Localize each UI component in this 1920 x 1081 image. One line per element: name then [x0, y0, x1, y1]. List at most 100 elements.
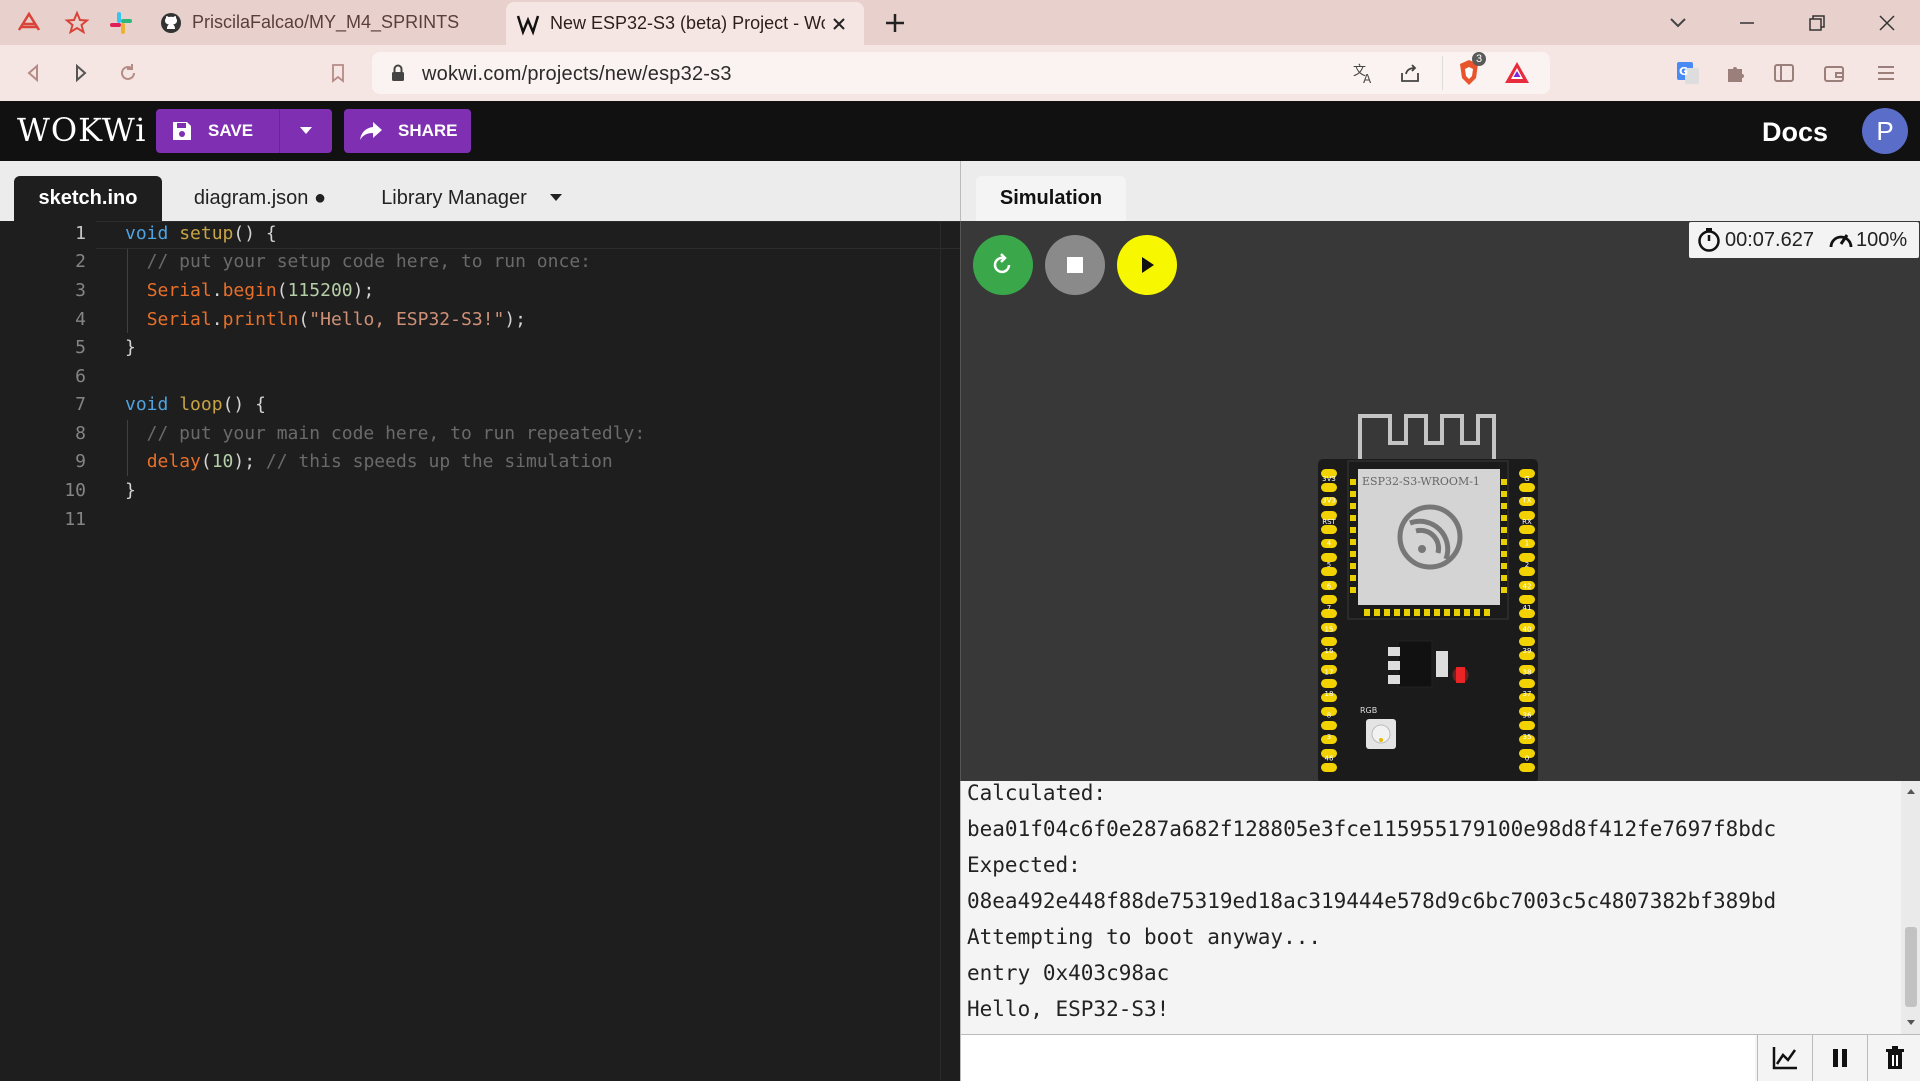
simulation-speed: 100%	[1855, 228, 1908, 251]
svg-text:G: G	[1679, 65, 1688, 78]
translate-icon[interactable]: 文A	[1352, 61, 1376, 85]
svg-text:A: A	[1363, 72, 1372, 85]
line-number: 11	[64, 509, 86, 530]
tab-diagram-json[interactable]: diagram.json ●	[184, 176, 336, 221]
line-number: 10	[64, 480, 86, 501]
sidebar-icon[interactable]	[1766, 55, 1802, 91]
line-number: 2	[75, 251, 86, 272]
pin-label: 17	[1325, 669, 1334, 677]
pause-serial-button[interactable]	[1812, 1035, 1867, 1081]
line-number: 4	[75, 309, 86, 330]
address-bar[interactable]: wokwi.com/projects/new/esp32-s3 文A 3	[372, 52, 1550, 94]
scroll-thumb[interactable]	[1905, 927, 1917, 1007]
serial-input[interactable]	[961, 1035, 1755, 1081]
close-window-button[interactable]	[1852, 0, 1920, 45]
line-number: 9	[75, 451, 86, 472]
save-disk-icon	[170, 119, 194, 143]
new-tab-icon[interactable]	[882, 10, 908, 36]
pin-label: 42	[1523, 583, 1532, 591]
esp32-s3-devkit-board[interactable]: ESP32-S3-WROOM-1 3V3 3V3 RST 4 5 6 7 15 16 17 18 8 3…	[1318, 413, 1558, 783]
docs-link[interactable]: Docs	[1762, 117, 1828, 148]
plotter-button[interactable]	[1757, 1035, 1812, 1081]
chart-line-icon	[1771, 1045, 1799, 1071]
restart-simulation-button[interactable]	[973, 235, 1033, 295]
code-line: void loop() {	[125, 394, 266, 415]
bookmark-icon[interactable]	[320, 55, 356, 91]
serial-line: Expected:	[967, 853, 1081, 877]
tab-simulation[interactable]: Simulation	[976, 176, 1126, 221]
tab-library-manager[interactable]: Library Manager	[372, 176, 536, 221]
serial-scrollbar[interactable]	[1901, 781, 1920, 1034]
tab-title: PriscilaFalcao/MY_M4_SPRINTS	[192, 12, 460, 32]
play-simulation-button[interactable]	[1117, 235, 1177, 295]
serial-monitor[interactable]: Calculated: bea01f04c6f0e287a682f128805e…	[960, 781, 1920, 1034]
tab-search-chevron-icon[interactable]	[1666, 10, 1690, 34]
restore-button[interactable]	[1782, 0, 1852, 45]
wokwi-header: WOKWi SAVE SHARE Docs P	[0, 101, 1920, 161]
elapsed-time: 00:07.627	[1725, 228, 1814, 251]
pin-label: 46	[1325, 755, 1334, 763]
save-label: SAVE	[208, 121, 254, 140]
close-tab-icon[interactable]	[831, 16, 847, 32]
app-logo-icon[interactable]	[16, 10, 42, 36]
pin-label: 37	[1523, 690, 1532, 698]
pin-label: RST	[1322, 518, 1336, 526]
stop-icon	[1066, 256, 1084, 274]
editor-tab-bar: sketch.ino diagram.json ● Library Manage…	[0, 161, 960, 221]
pin-label: 6	[1327, 583, 1332, 591]
browser-tab-wokwi[interactable]: New ESP32-S3 (beta) Project - Wo	[506, 2, 864, 45]
back-button[interactable]	[16, 55, 52, 91]
share-label: SHARE	[398, 121, 458, 140]
serial-line: Attempting to boot anyway...	[967, 925, 1322, 949]
editor-scrollbar[interactable]	[940, 221, 959, 1080]
browser-tab-github[interactable]: PriscilaFalcao/MY_M4_SPRINTS	[152, 0, 504, 45]
rgb-led-dot	[1379, 738, 1383, 742]
browser-tab-strip: PriscilaFalcao/MY_M4_SPRINTS New ESP32-S…	[0, 0, 1920, 45]
wokwi-logo[interactable]: WOKWi	[17, 111, 146, 149]
code-line: Serial.println("Hello, ESP32-S3!");	[146, 309, 527, 330]
save-options-dropdown[interactable]	[280, 109, 332, 153]
forward-button[interactable]	[62, 55, 98, 91]
reload-button[interactable]	[110, 55, 146, 91]
share-page-icon[interactable]	[1398, 61, 1422, 85]
pin-label: 39	[1523, 647, 1532, 655]
code-line: void setup() {	[125, 223, 277, 244]
pin-label: 35	[1523, 733, 1532, 741]
editor-tabs-menu-caret-icon[interactable]	[548, 193, 564, 203]
chip-pad	[1388, 647, 1400, 656]
pin-label: 8	[1327, 712, 1331, 720]
stop-simulation-button[interactable]	[1045, 235, 1105, 295]
browser-toolbar: wokwi.com/projects/new/esp32-s3 文A 3 G	[0, 45, 1920, 101]
play-icon	[1137, 255, 1157, 275]
trash-icon	[1884, 1046, 1906, 1070]
pin-label: 16	[1325, 647, 1334, 655]
pin-label: 3V3	[1322, 497, 1336, 505]
code-editor[interactable]: 1 2 3 4 5 6 7 8 9 10 11 void setup() { /…	[0, 221, 960, 1080]
url-text: wokwi.com/projects/new/esp32-s3	[422, 63, 732, 85]
pin-label: 18	[1325, 690, 1334, 698]
pin-label: 38	[1523, 669, 1532, 677]
wallet-icon[interactable]	[1816, 55, 1852, 91]
avatar[interactable]: P	[1862, 108, 1908, 154]
regulator-chip	[1397, 640, 1433, 688]
pin-label: 36	[1523, 712, 1532, 720]
google-translate-extension-icon[interactable]: G	[1670, 55, 1706, 91]
lock-icon	[390, 63, 406, 83]
bookmark-star-icon[interactable]	[64, 10, 90, 36]
line-number: 3	[75, 280, 86, 301]
tab-sketch-ino[interactable]: sketch.ino	[14, 176, 162, 221]
browser-menu-icon[interactable]	[1868, 55, 1904, 91]
extensions-puzzle-icon[interactable]	[1718, 55, 1754, 91]
pin-label: 15	[1325, 626, 1334, 634]
line-number: 6	[75, 366, 86, 387]
save-button[interactable]: SAVE	[156, 109, 279, 153]
minimize-button[interactable]	[1712, 0, 1782, 45]
chip-pad	[1388, 675, 1400, 684]
simulation-canvas[interactable]: 00:07.627 100% ESP32-S3-WROOM-1 3V3 3V3 …	[960, 221, 1920, 783]
speedometer-icon	[1828, 228, 1854, 252]
clear-serial-button[interactable]	[1867, 1035, 1920, 1081]
share-button[interactable]: SHARE	[344, 109, 471, 153]
slack-icon[interactable]	[108, 10, 134, 36]
brave-rewards-icon[interactable]	[1504, 60, 1530, 86]
capacitor	[1436, 651, 1448, 677]
